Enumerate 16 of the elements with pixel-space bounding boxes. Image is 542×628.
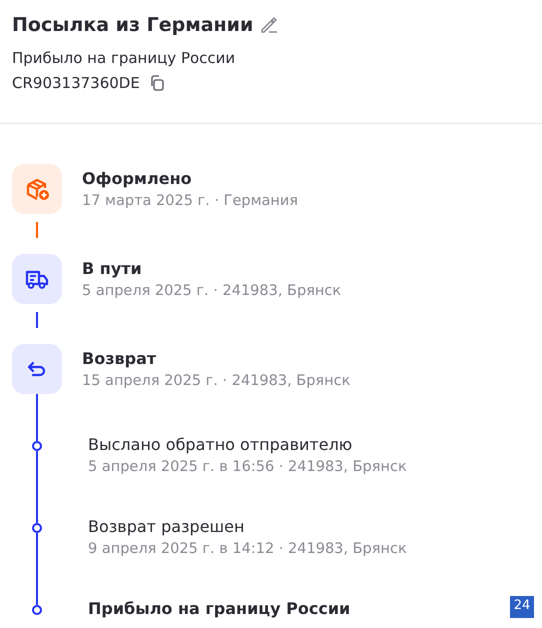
tracking-number: CR903137360DE <box>12 73 140 94</box>
event-detail: 15 апреля 2025 г. · 241983, Брянск <box>82 372 350 391</box>
counter-badge: 24 <box>510 596 534 618</box>
event-detail: 5 апреля 2025 г. в 16:56 · 241983, Брянск <box>88 458 407 477</box>
event-title: В пути <box>82 258 142 280</box>
edit-icon[interactable] <box>259 15 280 35</box>
event-title: Возврат разрешен <box>88 516 244 538</box>
event-title: Оформлено <box>82 168 192 190</box>
event-detail: 9 апреля 2025 г. в 14:12 · 241983, Брянск <box>88 540 407 559</box>
event-title: Возврат <box>82 348 156 370</box>
event-title: Прибыло на границу России <box>88 598 350 620</box>
event-title: Выслано обратно отправителю <box>88 434 352 456</box>
parcel-status: Прибыло на границу России <box>12 48 236 68</box>
event-detail: 5 апреля 2025 г. · 241983, Брянск <box>82 282 342 301</box>
parcel-title: Посылка из Германии <box>12 13 254 38</box>
event-detail: 17 марта 2025 г. · Германия <box>82 192 298 211</box>
